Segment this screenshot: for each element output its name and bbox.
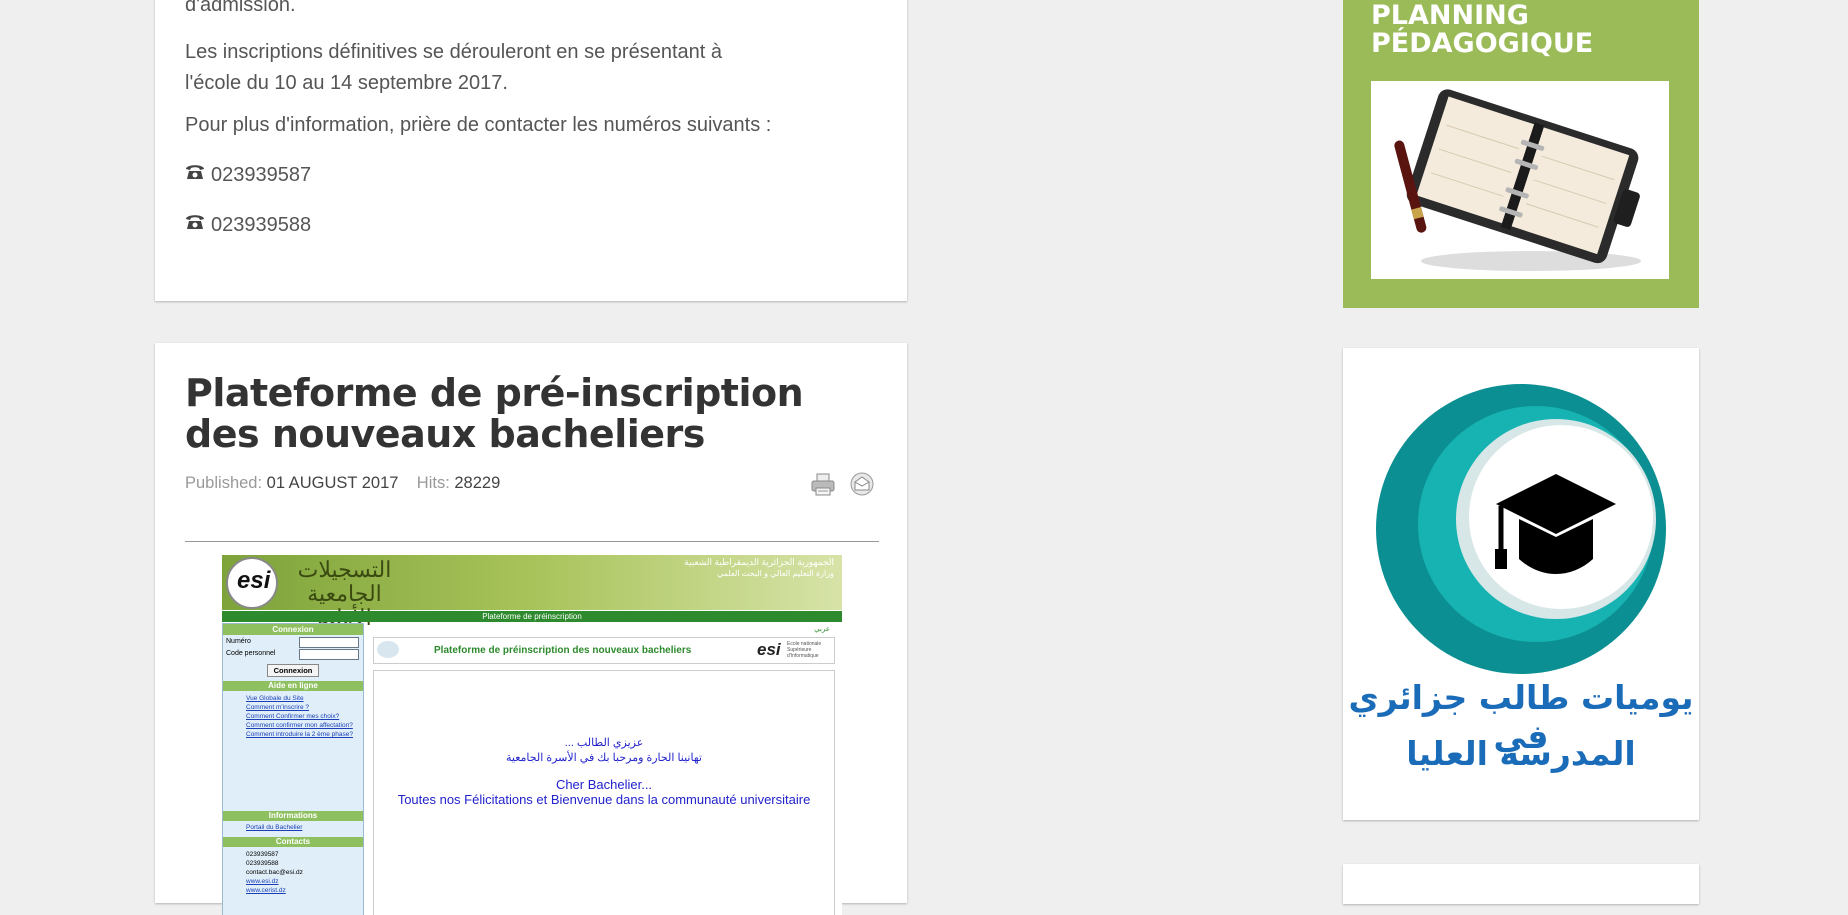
content-header: Plateforme de préinscription des nouveau… [373, 637, 835, 664]
welcome-box: عزيزي الطالب ... تهانينا الحارة ومرحبا ب… [373, 670, 835, 915]
contact-email: contact.bac@esi.dz [246, 869, 303, 876]
phone-line-1: 023939587 [185, 163, 311, 187]
speech-bubble-icon [377, 641, 399, 658]
code-input[interactable] [299, 649, 359, 660]
student-diaries-module[interactable]: يوميات طالب جزائري في المدرسة العليا [1343, 348, 1699, 820]
article-paragraph-dates: Les inscriptions définitives se dérouler… [185, 41, 722, 94]
sidebar-connexion-title: Connexion [223, 624, 363, 635]
platform-sidebar: Connexion Numéro Code personnel Connexio… [222, 623, 364, 915]
contact-site-link[interactable]: www.esi.dz [246, 877, 303, 886]
aide-link[interactable]: Vue Globale du Site [226, 694, 361, 703]
sidebar-aide-title: Aide en ligne [223, 681, 363, 691]
connexion-button[interactable]: Connexion [267, 664, 319, 677]
sidebar-info-title: Informations [223, 811, 363, 821]
next-module [1343, 864, 1699, 904]
article-separator [185, 541, 879, 542]
planning-pedagogique-module[interactable]: PLANNING PÉDAGOGIQUE [1343, 0, 1699, 308]
welcome-french-1: Cher Bachelier... [555, 777, 653, 792]
article-meta: Published: 01 AUGUST 2017 Hits: 28229 [185, 474, 500, 493]
code-label: Code personnel [226, 650, 276, 657]
esi-logo: esi [226, 557, 278, 609]
platform-header-republic: الجمهورية الجزائرية الديمقراطية الشعبية [684, 557, 834, 567]
contacts-list: 023939587 023939588 contact.bac@esi.dz w… [246, 850, 303, 895]
platform-banner: Plateforme de préinscription [222, 611, 842, 622]
numero-input[interactable] [299, 637, 359, 648]
aide-link[interactable]: Comment Confirmer mes choix? [226, 712, 361, 721]
article-card-admission: d'admission. Les inscriptions définitive… [155, 0, 907, 301]
article-paragraph-contact: Pour plus d'information, prière de conta… [185, 114, 772, 136]
planner-image[interactable] [1371, 81, 1669, 279]
article-title[interactable]: Plateforme de pré-inscription des nouvea… [185, 373, 805, 455]
contact-site-link[interactable]: www.cerist.dz [246, 886, 303, 895]
student-diaries-title-line2[interactable]: المدرسة العليا [1343, 734, 1699, 773]
published-date: 01 AUGUST 2017 [266, 474, 399, 492]
aide-link[interactable]: Comment introduire la 2 ème phase? [226, 730, 361, 739]
article-card-preinscription: Plateforme de pré-inscription des nouvea… [155, 343, 907, 915]
platform-screenshot: esi التسجيلات الجامعية الأولية الجمهورية… [222, 555, 842, 915]
sidebar-contacts-title: Contacts [223, 837, 363, 847]
esi-side-text: Ecole nationale Supérieure d'Informatiqu… [787, 641, 822, 659]
email-icon[interactable] [849, 471, 875, 497]
welcome-arabic-1: عزيزي الطالب ... [564, 737, 644, 749]
contact-phone: 023939588 [246, 860, 279, 867]
aide-link[interactable]: Comment m'inscrire ? [226, 703, 361, 712]
phone-number: 023939587 [211, 163, 312, 186]
portail-link[interactable]: Portail du Bachelier [246, 824, 302, 831]
hits-value: 28229 [454, 474, 501, 492]
aide-links: Vue Globale du Site Comment m'inscrire ?… [226, 694, 361, 739]
welcome-french-2: Toutes nos Félicitations et Bienvenue da… [397, 792, 811, 807]
article-text-partial: d'admission. [185, 0, 296, 16]
published-label: Published: [185, 474, 263, 492]
content-header-title: Plateforme de préinscription des nouveau… [434, 645, 692, 656]
platform-header-ministry: وزارة التعليم العالي و البحث العلمي [717, 569, 834, 578]
telephone-icon [185, 213, 205, 237]
numero-label: Numéro [226, 638, 251, 645]
hits-label: Hits: [416, 474, 450, 492]
contact-phone: 023939587 [246, 851, 279, 858]
phone-line-2: 023939588 [185, 213, 311, 237]
planning-title[interactable]: PLANNING PÉDAGOGIQUE [1371, 2, 1593, 58]
content-esi-logo: esi [757, 640, 781, 659]
print-icon[interactable] [810, 471, 836, 497]
lang-link[interactable]: عربي [814, 625, 830, 633]
planner-icon [1394, 89, 1641, 271]
welcome-arabic-2: تهانينا الحارة ومرحبا بك في الأسرة الجام… [506, 752, 702, 764]
graduation-cap-icon [1376, 384, 1666, 674]
telephone-icon [185, 163, 205, 187]
aide-link[interactable]: Comment confirmer mon affectation? [226, 721, 361, 730]
phone-number: 023939588 [211, 213, 312, 236]
